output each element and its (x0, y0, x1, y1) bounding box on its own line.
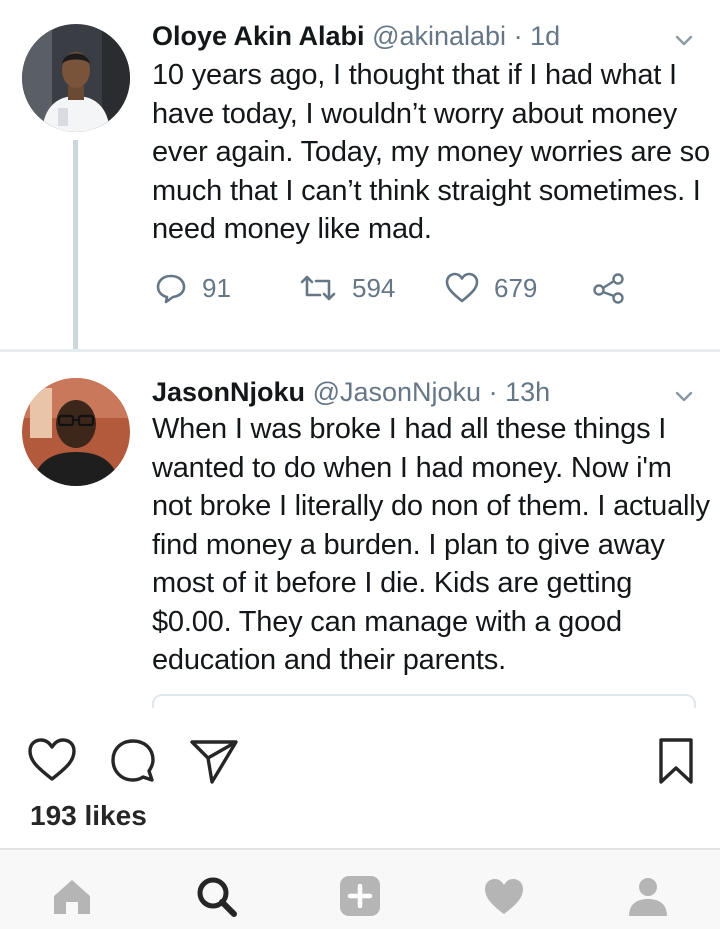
tweet-text: 10 years ago, I thought that if I had wh… (152, 59, 710, 245)
like-count: 679 (494, 272, 538, 303)
tweet-2[interactable]: JasonNjoku @JasonNjoku · 13h When I was … (0, 352, 720, 708)
likes-count[interactable]: 193 likes (30, 800, 147, 832)
user-handle[interactable]: @JasonNjoku (313, 377, 482, 407)
timestamp[interactable]: 13h (505, 377, 550, 407)
send-icon[interactable] (188, 736, 240, 786)
reply-count: 91 (202, 272, 231, 303)
comment-icon[interactable] (108, 736, 158, 786)
chevron-down-icon[interactable] (672, 384, 696, 408)
heart-icon[interactable] (482, 874, 526, 918)
reply-button[interactable]: 91 (154, 266, 231, 310)
retweet-count: 594 (352, 272, 396, 303)
tweet-screenshot: Oloye Akin Alabi @akinalabi · 1d 10 year… (0, 0, 720, 708)
avatar[interactable] (22, 24, 130, 132)
share-button[interactable] (592, 266, 626, 310)
like-button[interactable]: 679 (444, 266, 537, 310)
bottom-navigation (0, 848, 720, 929)
instagram-post-footer: 193 likes (0, 708, 720, 929)
display-name[interactable]: Oloye Akin Alabi (152, 21, 365, 51)
share-icon (593, 273, 624, 304)
heart-icon[interactable] (26, 736, 78, 784)
avatar[interactable] (22, 378, 130, 486)
profile-icon[interactable] (626, 874, 670, 918)
tweet-header: JasonNjoku @JasonNjoku · 13h (152, 374, 550, 410)
retweet-icon (300, 275, 336, 301)
search-icon[interactable] (194, 874, 238, 918)
tweet-actions: 91 594 679 (152, 266, 652, 310)
tweet-header: Oloye Akin Alabi @akinalabi · 1d (152, 18, 560, 54)
tweet-text: When I was broke I had all these things … (152, 413, 710, 676)
timestamp[interactable]: 1d (530, 21, 560, 51)
user-handle[interactable]: @akinalabi (372, 21, 506, 51)
quoted-tweet-card[interactable] (152, 694, 696, 708)
heart-icon (445, 272, 479, 303)
bookmark-icon[interactable] (656, 736, 696, 786)
thread-line (73, 140, 78, 350)
separator-dot: · (513, 21, 523, 51)
reply-icon (156, 274, 186, 304)
chevron-down-icon[interactable] (672, 28, 696, 52)
home-icon[interactable] (50, 874, 94, 918)
retweet-button[interactable]: 594 (298, 266, 395, 310)
add-icon[interactable] (338, 874, 382, 918)
tweet-1[interactable]: Oloye Akin Alabi @akinalabi · 1d 10 year… (0, 0, 720, 350)
separator-dot: · (488, 377, 498, 407)
display-name[interactable]: JasonNjoku (152, 377, 305, 407)
